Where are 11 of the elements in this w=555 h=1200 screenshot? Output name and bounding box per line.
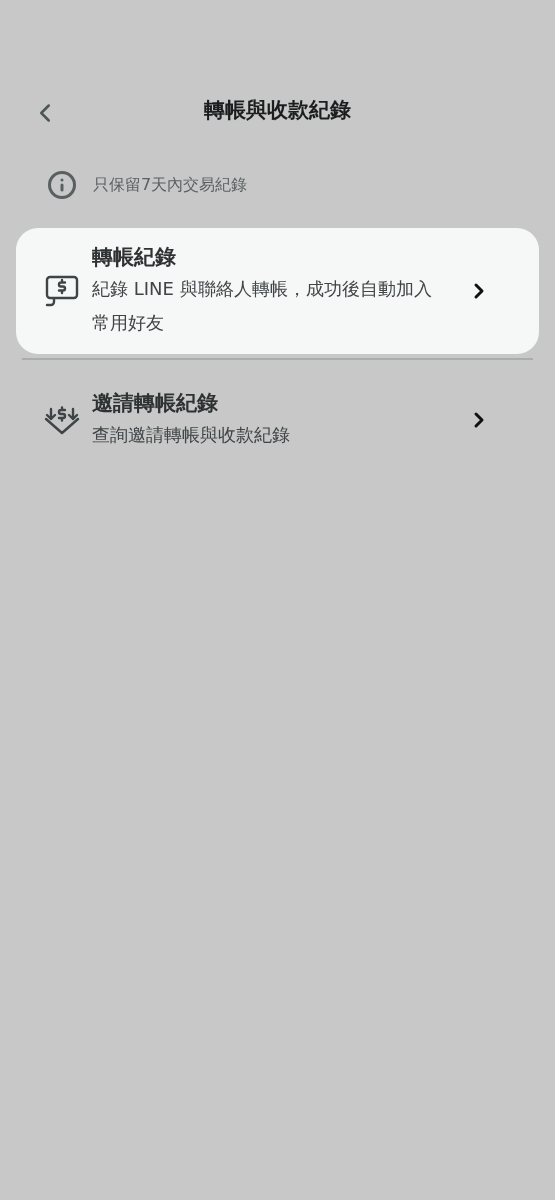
item-title: 邀請轉帳紀錄: [92, 390, 219, 417]
notice-text: 只保留7天內交易紀錄: [93, 174, 248, 196]
chat-dollar-icon: [44, 274, 80, 308]
list-item[interactable]: 邀請轉帳紀錄 查詢邀請轉帳與收款紀錄: [16, 374, 539, 466]
info-icon: [47, 170, 77, 200]
item-title: 轉帳紀錄: [92, 244, 177, 271]
page-title: 轉帳與收款紀錄: [204, 97, 351, 125]
item-description: 紀錄 LINE 與聯絡人轉帳，成功後自動加入常用好友: [92, 277, 433, 335]
item-description: 查詢邀請轉帳與收款紀錄: [92, 423, 291, 447]
list-item[interactable]: 轉帳紀錄 紀錄 LINE 與聯絡人轉帳，成功後自動加入常用好友: [16, 228, 539, 354]
dollar-download-icon: [44, 405, 80, 435]
